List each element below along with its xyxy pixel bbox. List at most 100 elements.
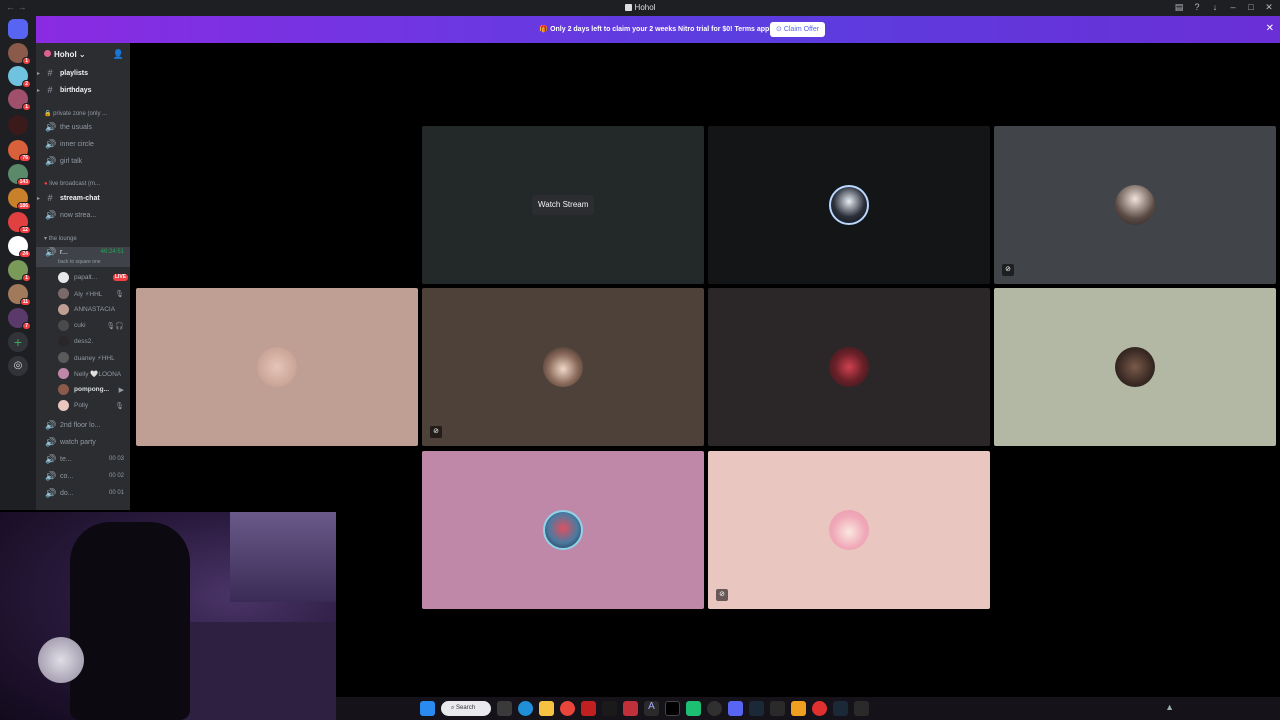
app-icon[interactable] — [686, 701, 701, 716]
voice-user[interactable]: Polly 🎙 — [58, 399, 130, 413]
channel-watch-party[interactable]: 🔊 watch party — [36, 437, 130, 451]
app-icon[interactable] — [581, 701, 596, 716]
channel-birthdays[interactable]: ▸ # birthdays — [36, 85, 130, 99]
category-lounge[interactable]: ▾ the lounge — [44, 235, 77, 242]
tray-icon[interactable]: ▲ — [1165, 702, 1174, 712]
channel-playlists[interactable]: ▸ # playlists — [36, 68, 130, 82]
explore-icon[interactable]: ◎ — [8, 356, 28, 376]
webcam-bed — [180, 622, 336, 720]
category-broadcast[interactable]: ● live broadcast (m... — [44, 181, 100, 187]
voice-user[interactable]: Aly ⚡HHL 🎙 — [58, 287, 130, 301]
category-private[interactable]: 🔒 private zone (only ... — [44, 110, 107, 117]
folder-icon[interactable] — [539, 701, 554, 716]
rail-badge: 24 — [19, 250, 31, 258]
speaker-icon: 🔊 — [45, 122, 57, 132]
video-tile[interactable]: ⊘ — [422, 288, 704, 446]
discord-home-icon[interactable] — [8, 19, 28, 39]
app-icon[interactable] — [602, 701, 617, 716]
channel-co[interactable]: 🔊 co... 00 02 — [36, 471, 130, 485]
server-icon[interactable]: 1 — [8, 89, 31, 111]
add-server-icon[interactable]: + — [8, 332, 28, 352]
app-icon[interactable] — [623, 701, 638, 716]
video-tile[interactable] — [136, 288, 418, 446]
channel-stream-chat[interactable]: ▸ # stream-chat — [36, 193, 130, 207]
start-icon[interactable] — [420, 701, 435, 716]
avatar — [829, 185, 869, 225]
claim-offer-button[interactable]: ⊙ Claim Offer — [770, 22, 826, 37]
steam-icon[interactable] — [749, 701, 764, 716]
rail-badge: 1 — [22, 274, 31, 282]
voice-user[interactable]: duaney ⚡HHL — [58, 351, 130, 365]
video-tile[interactable]: ⊘ — [708, 451, 990, 609]
voice-user[interactable]: ANNASTACIA — [58, 303, 130, 317]
server-icon[interactable] — [8, 115, 28, 135]
video-tile[interactable] — [422, 451, 704, 609]
video-tile[interactable] — [708, 126, 990, 284]
task-view-icon[interactable] — [497, 701, 512, 716]
app-icon[interactable] — [791, 701, 806, 716]
video-tile[interactable] — [708, 288, 990, 446]
server-icon[interactable]: 143 — [8, 164, 31, 186]
speaker-icon: 🔊 — [45, 471, 57, 481]
inbox-icon[interactable]: ▤ — [1174, 2, 1184, 12]
app-icon[interactable] — [770, 701, 785, 716]
banner-message: 🎁 Only 2 days left to claim your 2 weeks… — [36, 25, 1280, 33]
server-header[interactable]: Hohol ⌄ 👤 — [36, 43, 130, 67]
server-icon[interactable]: 7 — [8, 308, 31, 330]
lock-icon: 🔒 — [44, 111, 54, 117]
search-label: Search — [456, 705, 476, 711]
server-icon[interactable]: 1 — [8, 43, 31, 65]
voice-user[interactable]: pompong... ▶ — [58, 383, 130, 397]
channel-do[interactable]: 🔊 do... 00 01 — [36, 488, 130, 502]
channel-girl-talk[interactable]: 🔊 girl talk — [36, 156, 130, 170]
server-icon[interactable]: 11 — [8, 284, 31, 306]
font-app-icon[interactable]: A — [644, 701, 659, 716]
voice-user[interactable]: cuki 🎙🎧 — [58, 319, 130, 333]
deafened-icon: 🎙🎧 — [106, 323, 124, 330]
channel-2nd-floor[interactable]: 🔊 2nd floor lo... — [36, 420, 130, 434]
chrome-icon[interactable] — [560, 701, 575, 716]
download-icon[interactable]: ↓ — [1210, 2, 1220, 12]
app-icon[interactable] — [707, 701, 722, 716]
server-icon[interactable]: 76 — [8, 140, 31, 162]
channel-lounge-active[interactable]: 🔊 r... 46:24:51 back to square one — [36, 247, 130, 267]
channel-label: inner circle — [60, 141, 94, 148]
voice-user[interactable]: dess2. — [58, 335, 130, 349]
hash-icon: # — [47, 68, 53, 78]
close-icon[interactable]: ✕ — [1266, 23, 1274, 34]
avatar — [1115, 185, 1155, 225]
channel-now-streaming[interactable]: 🔊 now strea... — [36, 210, 130, 224]
video-tile[interactable] — [994, 288, 1276, 446]
server-icon[interactable]: 12 — [8, 212, 31, 234]
server-icon[interactable]: 24 — [8, 236, 31, 258]
channel-the-usuals[interactable]: 🔊 the usuals — [36, 122, 130, 136]
stream-tile[interactable]: Watch Stream — [422, 126, 704, 284]
steam-icon[interactable] — [833, 701, 848, 716]
minimize-icon[interactable]: – — [1228, 2, 1238, 12]
edge-icon[interactable] — [518, 701, 533, 716]
settings-icon[interactable] — [854, 701, 869, 716]
help-icon[interactable]: ? — [1192, 2, 1202, 12]
taskbar-icons: ⌕ Search A — [420, 701, 869, 716]
invite-icon[interactable]: 👤 — [113, 49, 124, 60]
maximize-icon[interactable]: □ — [1246, 2, 1256, 12]
channel-te[interactable]: 🔊 te... 00 03 — [36, 454, 130, 468]
avatar — [58, 400, 69, 411]
voice-user[interactable]: papalt... LIVE — [58, 271, 130, 285]
user-name: Nelly 🤍LOONA — [74, 371, 122, 378]
claim-offer-label: Claim Offer — [783, 26, 820, 33]
close-window-icon[interactable]: ✕ — [1264, 2, 1274, 12]
server-icon[interactable]: 1 — [8, 260, 31, 282]
voice-user[interactable]: Nelly 🤍LOONA — [58, 367, 130, 381]
app-icon[interactable] — [812, 701, 827, 716]
watch-stream-button[interactable]: Watch Stream — [532, 195, 595, 215]
channel-label: do... — [60, 490, 74, 497]
discord-taskbar-icon[interactable] — [728, 701, 743, 716]
tiktok-icon[interactable] — [665, 701, 680, 716]
channel-label: now strea... — [60, 212, 97, 219]
channel-inner-circle[interactable]: 🔊 inner circle — [36, 139, 130, 153]
video-tile[interactable]: ⊘ — [994, 126, 1276, 284]
server-icon[interactable]: 186 — [8, 188, 31, 210]
search-input[interactable]: ⌕ Search — [441, 701, 491, 716]
server-icon[interactable]: 2 — [8, 66, 31, 88]
